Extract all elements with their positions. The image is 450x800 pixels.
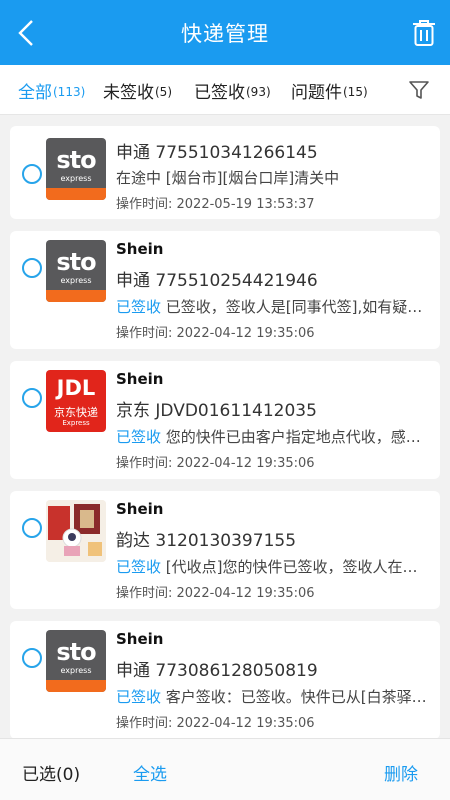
shop-name: Shein (116, 240, 164, 258)
delete-button[interactable]: 删除 (384, 760, 418, 785)
delete-mode-button[interactable] (410, 16, 438, 50)
tracking-number: 申通 775510341266145 (116, 143, 318, 163)
operation-time: 操作时间: 2022-04-12 19:35:06 (116, 586, 315, 601)
status-line: 已签收 [代收点]您的快件已签收，签收人在驿站代收 (116, 558, 428, 576)
product-thumbnail (46, 500, 106, 562)
package-list: sto express 申通 775510341266145 在途中 [烟台市]… (0, 116, 450, 738)
jd-logistics-logo: JDL 京东快递 Express (46, 370, 106, 432)
select-all-button[interactable]: 全选 (133, 760, 167, 785)
select-radio[interactable] (22, 388, 42, 408)
package-card[interactable]: sto express 申通 775510341266145 在途中 [烟台市]… (10, 126, 440, 219)
select-radio[interactable] (22, 518, 42, 538)
tab-problem[interactable]: 问题件 (15) (291, 65, 368, 115)
sto-logo: sto express (46, 138, 106, 200)
select-radio[interactable] (22, 648, 42, 668)
back-button[interactable] (10, 14, 42, 52)
sto-logo: sto express (46, 630, 106, 692)
package-card[interactable]: Shein 韵达 3120130397155 已签收 [代收点]您的快件已签收，… (10, 491, 440, 609)
operation-time: 操作时间: 2022-04-12 19:35:06 (116, 326, 315, 341)
select-radio[interactable] (22, 258, 42, 278)
tab-count: (15) (343, 84, 368, 99)
tab-count: (5) (155, 84, 172, 99)
tab-count: (113) (53, 84, 86, 99)
status-line: 已签收 已签收，签收人是[同事代签],如有疑问请联系派件员 (116, 298, 428, 316)
package-card[interactable]: JDL 京东快递 Express Shein 京东 JDVD0161141203… (10, 361, 440, 479)
tab-all[interactable]: 全部 (113) (18, 65, 85, 115)
chevron-left-icon (18, 20, 33, 46)
status-line: 已签收 客户签收：已签收。快件已从[白茶驿站]取出 (116, 688, 428, 706)
shop-name: Shein (116, 500, 164, 518)
filter-button[interactable] (408, 79, 430, 101)
sto-logo: sto express (46, 240, 106, 302)
tracking-number: 京东 JDVD01611412035 (116, 401, 317, 421)
tab-count: (93) (246, 84, 271, 99)
tab-unsigned[interactable]: 未签收 (5) (103, 65, 172, 115)
tab-signed[interactable]: 已签收 (93) (194, 65, 271, 115)
page-title: 快递管理 (181, 21, 269, 46)
status-tag: 已签收 (116, 298, 162, 316)
tracking-number: 申通 773086128050819 (116, 661, 318, 681)
package-card[interactable]: sto express Shein 申通 775510254421946 已签收… (10, 231, 440, 349)
selected-count: 已选(0) (22, 765, 81, 785)
operation-time: 操作时间: 2022-04-12 19:35:06 (116, 456, 315, 471)
operation-time: 操作时间: 2022-05-19 13:53:37 (116, 197, 315, 212)
status-tag: 已签收 (116, 428, 162, 446)
tab-label: 已签收 (194, 82, 245, 103)
package-card[interactable]: sto express Shein 申通 773086128050819 已签收… (10, 621, 440, 738)
tab-label: 问题件 (291, 82, 342, 103)
tracking-number: 申通 775510254421946 (116, 271, 318, 291)
select-radio[interactable] (22, 164, 42, 184)
tab-label: 全部 (18, 82, 52, 103)
shop-name: Shein (116, 370, 164, 388)
filter-icon (409, 81, 429, 99)
status-line: 已签收 您的快件已由客户指定地点代收，感谢您使用京东物流 (116, 428, 428, 446)
status-tag: 已签收 (116, 558, 162, 576)
tracking-number: 韵达 3120130397155 (116, 531, 297, 551)
status-tabs: 全部 (113) 未签收 (5) 已签收 (93) 问题件 (15) (0, 65, 450, 115)
operation-time: 操作时间: 2022-04-12 19:35:06 (116, 716, 315, 731)
shop-name: Shein (116, 630, 164, 648)
status-tag: 已签收 (116, 688, 162, 706)
trash-icon (413, 20, 435, 46)
status-line: 在途中 [烟台市][烟台口岸]清关中 (116, 169, 340, 187)
product-image (46, 500, 106, 562)
app-header: 快递管理 (0, 0, 450, 65)
tab-label: 未签收 (103, 82, 154, 103)
bottom-action-bar: 已选(0) 全选 删除 (0, 738, 450, 800)
